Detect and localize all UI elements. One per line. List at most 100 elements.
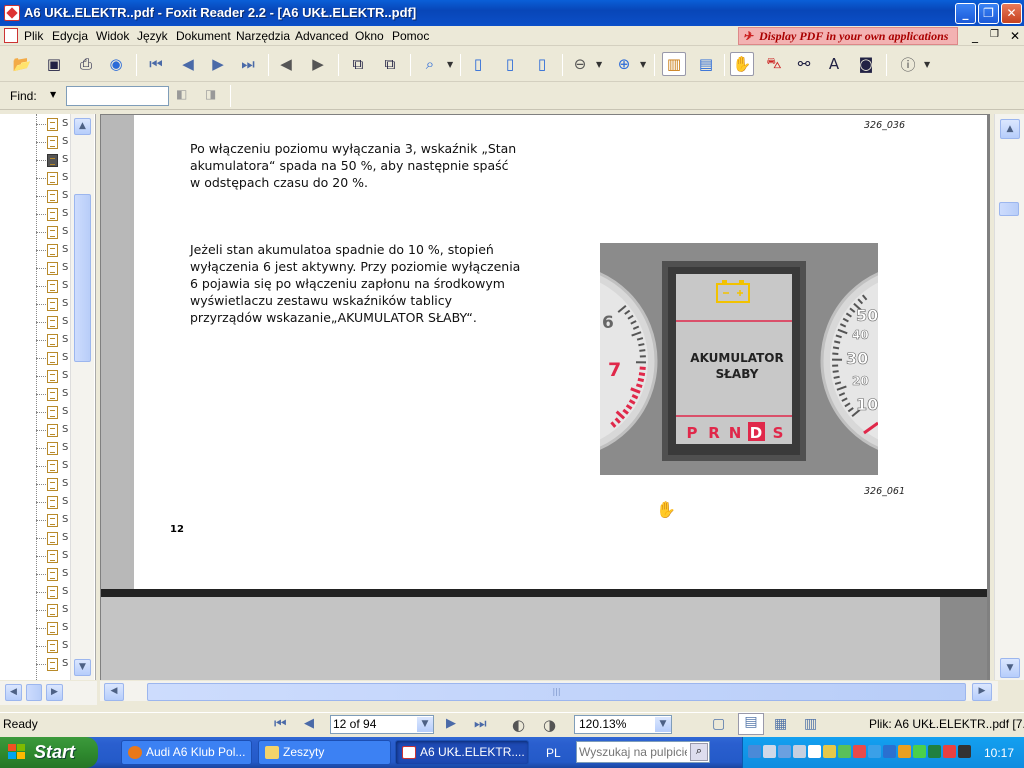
- zoom-in-icon[interactable]: ⊕: [612, 52, 636, 76]
- doc-hscroll-thumb[interactable]: |||: [147, 683, 966, 701]
- email-icon[interactable]: ◉: [104, 52, 128, 76]
- actual-size-icon[interactable]: ▯: [466, 52, 490, 76]
- bookmark-item[interactable]: S: [36, 260, 68, 278]
- next-pdf-page[interactable]: [101, 597, 987, 680]
- open-icon[interactable]: 📂: [10, 52, 34, 76]
- document-hscrollbar[interactable]: ◀ ||| ▶: [100, 681, 998, 701]
- tray-icon[interactable]: [838, 745, 851, 758]
- tray-icon[interactable]: [748, 745, 761, 758]
- title-bar[interactable]: A6 UKŁ.ELEKTR..pdf - Foxit Reader 2.2 - …: [0, 0, 1024, 26]
- language-indicator[interactable]: PL: [546, 746, 561, 760]
- menu-jezyk[interactable]: Język: [137, 29, 168, 43]
- previous-page-icon[interactable]: ◀: [176, 52, 200, 76]
- doc-scroll-up-icon[interactable]: ▲: [1000, 119, 1020, 139]
- menu-dokument[interactable]: Dokument: [176, 29, 231, 43]
- find-next-icon[interactable]: ◨: [205, 87, 223, 105]
- tray-icon[interactable]: [778, 745, 791, 758]
- scroll-down-icon[interactable]: ▼: [74, 659, 91, 676]
- find-binoculars-icon[interactable]: ⚯: [792, 52, 816, 76]
- tray-icon[interactable]: [793, 745, 806, 758]
- status-back-icon[interactable]: ◐: [512, 716, 525, 734]
- page-number-value[interactable]: 12 of 94: [333, 717, 376, 731]
- info-dropdown-icon[interactable]: ▼: [924, 60, 930, 69]
- bookmark-item[interactable]: S: [36, 296, 68, 314]
- bookmark-item[interactable]: S: [36, 512, 68, 530]
- bookmark-item[interactable]: S: [36, 494, 68, 512]
- tray-icon[interactable]: [913, 745, 926, 758]
- menu-pomoc[interactable]: Pomoc: [392, 29, 429, 43]
- bookmark-item[interactable]: S: [36, 224, 68, 242]
- menu-edycja[interactable]: Edycja: [52, 29, 88, 43]
- continuous-facing-icon[interactable]: ▥: [804, 716, 817, 732]
- window-icon[interactable]: ▤: [694, 52, 718, 76]
- zoom-value[interactable]: 120.13%: [579, 717, 626, 731]
- last-page-icon[interactable]: ⏭: [236, 52, 260, 76]
- zoom-dropdown-icon[interactable]: ▼: [447, 60, 453, 69]
- paste-icon[interactable]: ⧉: [378, 52, 402, 76]
- tray-icon[interactable]: [943, 745, 956, 758]
- foxit-app-icon[interactable]: [4, 5, 20, 21]
- tray-icon[interactable]: [853, 745, 866, 758]
- bookmark-item[interactable]: S: [36, 134, 68, 152]
- mdi-restore-button[interactable]: ❐: [990, 29, 999, 40]
- next-page-icon[interactable]: ▶: [206, 52, 230, 76]
- bookmark-item[interactable]: S: [36, 386, 68, 404]
- desktop-search[interactable]: ⌕: [576, 741, 710, 763]
- scroll-left-icon[interactable]: ◀: [5, 684, 22, 701]
- task-foxit[interactable]: A6 UKŁ.ELEKTR....: [395, 740, 529, 765]
- task-firefox[interactable]: Audi A6 Klub Pol...: [121, 740, 252, 765]
- bookmark-item[interactable]: S: [36, 638, 68, 656]
- tray-icon[interactable]: [868, 745, 881, 758]
- bookmarks-scrollbar[interactable]: ▲ ▼: [70, 114, 94, 680]
- status-first-page-icon[interactable]: ⏮: [274, 716, 287, 732]
- bookmark-item[interactable]: S: [36, 350, 68, 368]
- tray-icon[interactable]: [823, 745, 836, 758]
- scroll-up-icon[interactable]: ▲: [74, 118, 91, 135]
- fit-width-icon[interactable]: ▯: [530, 52, 554, 76]
- bookmark-item[interactable]: S: [36, 314, 68, 332]
- document-vscrollbar[interactable]: ▲ ▼: [994, 114, 1024, 680]
- scrollbar-thumb[interactable]: [74, 194, 91, 362]
- document-menu-icon[interactable]: [4, 28, 18, 43]
- tray-icon[interactable]: [898, 745, 911, 758]
- restore-button[interactable]: ❐: [978, 3, 999, 24]
- bookmark-item[interactable]: S: [36, 602, 68, 620]
- bookmarks-hscrollbar[interactable]: ◀ ▶: [0, 681, 97, 705]
- bookmark-item[interactable]: S: [36, 206, 68, 224]
- bookmark-item[interactable]: S: [36, 116, 68, 134]
- bookmark-item[interactable]: S: [36, 458, 68, 476]
- menu-okno[interactable]: Okno: [355, 29, 384, 43]
- status-last-page-icon[interactable]: ⏭: [474, 716, 487, 732]
- continuous-page-icon[interactable]: ▤: [738, 713, 764, 735]
- find-dropdown-icon[interactable]: ▼: [50, 90, 56, 99]
- bookmark-item[interactable]: S: [36, 656, 68, 674]
- minimize-button[interactable]: _: [955, 3, 976, 24]
- tray-icon[interactable]: [958, 745, 971, 758]
- bookmark-item[interactable]: S: [36, 404, 68, 422]
- tray-icon[interactable]: [763, 745, 776, 758]
- menu-plik[interactable]: Plik: [24, 29, 43, 43]
- zoom-out-dropdown-icon[interactable]: ▼: [596, 60, 602, 69]
- bookmark-item[interactable]: S: [36, 152, 68, 170]
- zoom-icon[interactable]: ⌕: [418, 52, 442, 76]
- page-number-field[interactable]: 12 of 94 ▼: [330, 715, 434, 734]
- tray-icon[interactable]: [928, 745, 941, 758]
- status-prev-page-icon[interactable]: ◀: [304, 716, 314, 731]
- bookmark-item[interactable]: S: [36, 278, 68, 296]
- bookmark-item[interactable]: S: [36, 188, 68, 206]
- bookmark-item[interactable]: S: [36, 620, 68, 638]
- bookmark-item[interactable]: S: [36, 368, 68, 386]
- back-icon[interactable]: ◀: [274, 52, 298, 76]
- close-button[interactable]: ✕: [1001, 3, 1022, 24]
- find-previous-icon[interactable]: ◧: [176, 87, 194, 105]
- print-icon[interactable]: ⎙: [74, 52, 98, 76]
- bookmark-item[interactable]: S: [36, 440, 68, 458]
- bookmarks-panel-icon[interactable]: ▥: [662, 52, 686, 76]
- info-icon[interactable]: ⓘ: [896, 52, 920, 76]
- facing-page-icon[interactable]: ▦: [774, 716, 787, 732]
- desktop-search-input[interactable]: [579, 744, 687, 760]
- bookmark-item[interactable]: S: [36, 170, 68, 188]
- doc-scrollbar-thumb[interactable]: [999, 202, 1019, 216]
- mdi-close-button[interactable]: ✕: [1010, 29, 1020, 43]
- snapshot-icon[interactable]: ◙: [854, 52, 878, 76]
